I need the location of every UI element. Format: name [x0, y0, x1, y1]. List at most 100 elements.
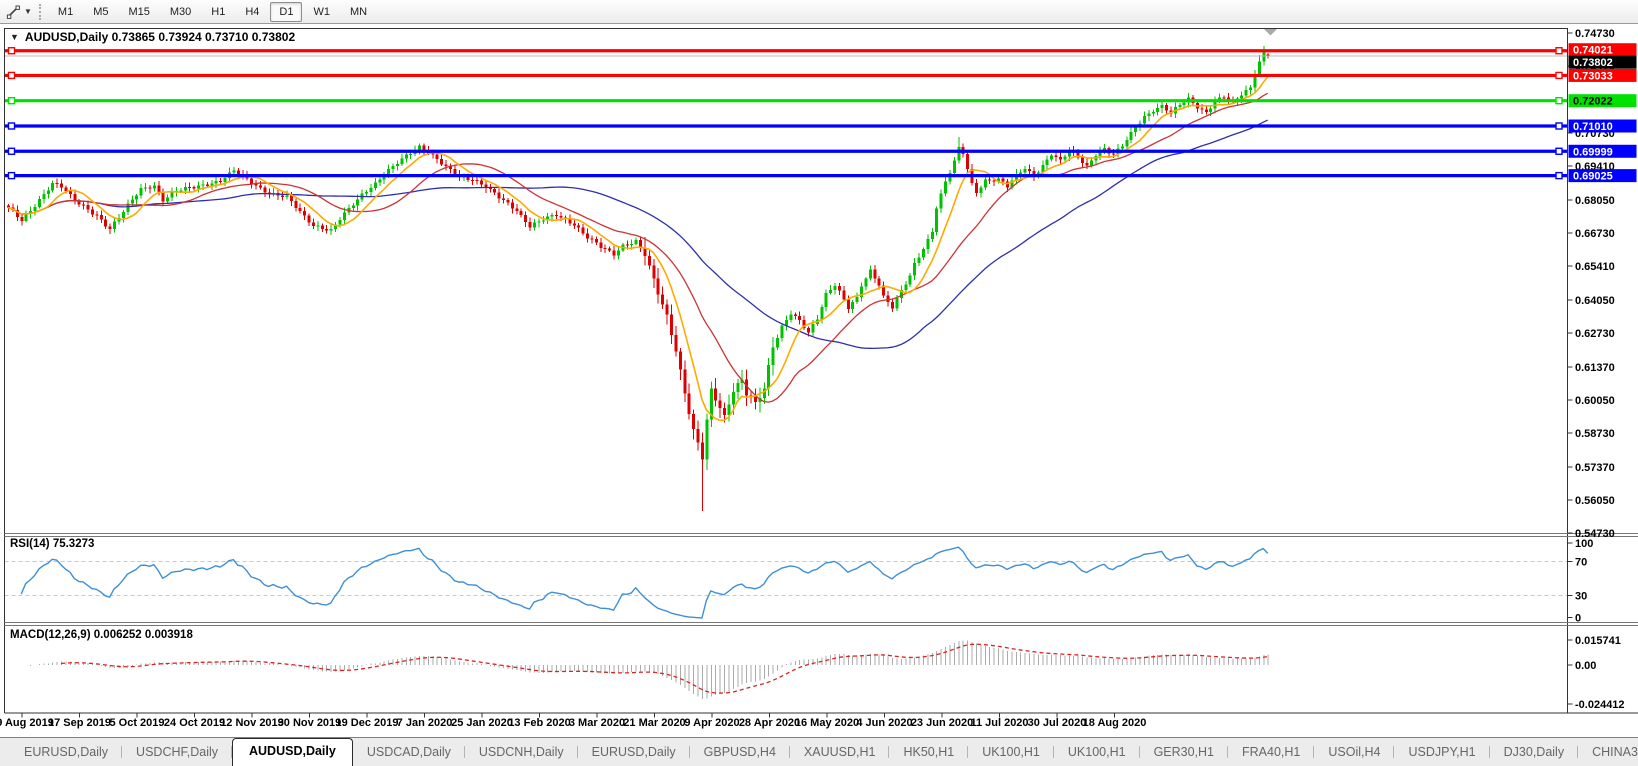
date-label: 5 Oct 2019 [109, 717, 164, 729]
rsi-tick-label: 30 [1575, 591, 1587, 603]
hline-handle[interactable] [9, 148, 15, 154]
price-scale[interactable]: 0.747300.734100.707300.694100.680500.667… [1568, 28, 1637, 540]
tab-usdcad-daily[interactable]: USDCAD,Daily [353, 739, 465, 766]
date-label: 30 Nov 2019 [278, 717, 342, 729]
chart-shift-marker[interactable] [1264, 29, 1277, 36]
hline-handle[interactable] [1556, 173, 1562, 179]
rsi-panel [5, 547, 1568, 618]
indicator-scales[interactable]: 100 70 30 0 0.015741 0.00 -0.024412 [1568, 538, 1625, 711]
tab-usdcnh-daily[interactable]: USDCNH,Daily [465, 739, 578, 766]
tab-audusd-daily[interactable]: AUDUSD,Daily [232, 738, 353, 766]
timeframe-button-M15[interactable]: M15 [119, 2, 158, 22]
date-label: 11 Jul 2020 [970, 717, 1028, 729]
price-tick-label: 0.57370 [1575, 462, 1615, 474]
date-label: 28 Apr 2020 [739, 717, 800, 729]
macd-tick-label: 0.00 [1575, 660, 1596, 672]
hline-handle[interactable] [1556, 48, 1562, 54]
tab-usdjpy-h1[interactable]: USDJPY,H1 [1394, 739, 1489, 766]
chart-title-text: AUDUSD,Daily 0.73865 0.73924 0.73710 0.7… [25, 30, 295, 44]
price-badge-text: 0.69999 [1573, 146, 1613, 158]
level-lines [5, 48, 1568, 179]
line-tool-glyph [6, 4, 21, 19]
chart-title: ▼ AUDUSD,Daily 0.73865 0.73924 0.73710 0… [10, 30, 295, 44]
tab-eurusd-daily[interactable]: EURUSD,Daily [10, 739, 122, 766]
tab-hk50-h1[interactable]: HK50,H1 [889, 739, 968, 766]
rsi-line [21, 547, 1267, 618]
timeframe-button-H1[interactable]: H1 [202, 2, 234, 22]
hline-handle[interactable] [9, 173, 15, 179]
tab-eurusd-daily[interactable]: EURUSD,Daily [578, 739, 690, 766]
tab-uk100-h1[interactable]: UK100,H1 [968, 739, 1054, 766]
timeframe-buttons: M1M5M15M30H1H4D1W1MN [48, 2, 377, 22]
timeframe-button-W1[interactable]: W1 [304, 2, 339, 22]
line-tool-dropdown-icon[interactable]: ▼ [24, 7, 32, 16]
price-badge-text: 0.73033 [1573, 70, 1613, 82]
time-scale[interactable]: 29 Aug 201917 Sep 20195 Oct 201924 Oct 2… [0, 713, 1146, 729]
collapse-arrow-icon[interactable]: ▼ [10, 32, 19, 42]
date-label: 30 Jul 2020 [1028, 717, 1087, 729]
rsi-tick-label: 70 [1575, 557, 1587, 569]
tab-dj30-daily[interactable]: DJ30,Daily [1490, 739, 1578, 766]
date-label: 19 Dec 2019 [336, 717, 399, 729]
price-badge-text: 0.71010 [1573, 121, 1613, 133]
hline-handle[interactable] [1556, 148, 1562, 154]
tab-xauusd-h1[interactable]: XAUUSD,H1 [790, 739, 890, 766]
trading-terminal: ▼ M1M5M15M30H1H4D1W1MN 0.747300.734100.7… [0, 0, 1638, 766]
rsi-tick-label: 0 [1575, 613, 1581, 625]
chart-tabs: EURUSD,DailyUSDCHF,DailyAUDUSD,DailyUSDC… [0, 738, 1638, 766]
date-label: 17 Sep 2019 [48, 717, 111, 729]
tab-china300-h1[interactable]: CHINA300,H1 [1578, 739, 1638, 766]
timeframe-button-H4[interactable]: H4 [236, 2, 268, 22]
line-tool-icon[interactable] [4, 3, 22, 21]
hline-handle[interactable] [9, 48, 15, 54]
timeframe-button-D1[interactable]: D1 [270, 2, 302, 22]
timeframe-toolbar: ▼ M1M5M15M30H1H4D1W1MN [0, 0, 1638, 24]
tab-ger30-h1[interactable]: GER30,H1 [1140, 739, 1228, 766]
price-tick-label: 0.74730 [1575, 28, 1615, 40]
timeframe-button-MN[interactable]: MN [341, 2, 376, 22]
tab-uk100-h1[interactable]: UK100,H1 [1054, 739, 1140, 766]
chart-window: 0.747300.734100.707300.694100.680500.667… [0, 24, 1638, 737]
date-label: 3 Mar 2020 [569, 717, 625, 729]
price-badge-text: 0.74021 [1573, 45, 1613, 57]
macd-tick-label: 0.015741 [1575, 635, 1621, 647]
price-tick-label: 0.68050 [1575, 195, 1615, 207]
macd-signal-line [61, 644, 1268, 693]
date-label: 18 Aug 2020 [1083, 717, 1147, 729]
hline-handle[interactable] [1556, 72, 1562, 78]
date-label: 16 May 2020 [795, 717, 859, 729]
date-label: 24 Oct 2019 [164, 717, 225, 729]
toolbar-grip[interactable] [39, 4, 41, 20]
price-tick-label: 0.62730 [1575, 328, 1615, 340]
date-label: 4 Jun 2020 [856, 717, 912, 729]
hline-handle[interactable] [9, 123, 15, 129]
hline-handle[interactable] [9, 72, 15, 78]
tab-usoil-h4[interactable]: USOil,H4 [1314, 739, 1394, 766]
price-badge-text: 0.72022 [1573, 96, 1613, 108]
price-tick-label: 0.64050 [1575, 295, 1615, 307]
price-chart: 0.747300.734100.707300.694100.680500.667… [0, 24, 1638, 737]
hline-handle[interactable] [1556, 98, 1562, 104]
date-label: 9 Apr 2020 [684, 717, 739, 729]
date-label: 13 Feb 2020 [508, 717, 570, 729]
hline-handle[interactable] [1556, 123, 1562, 129]
price-tick-label: 0.66730 [1575, 228, 1615, 240]
tab-usdchf-daily[interactable]: USDCHF,Daily [122, 739, 232, 766]
timeframe-button-M5[interactable]: M5 [84, 2, 117, 22]
date-label: 21 Mar 2020 [623, 717, 685, 729]
hline-handle[interactable] [9, 98, 15, 104]
rsi-indicator-label: RSI(14) 75.3273 [10, 538, 94, 550]
price-tick-label: 0.61370 [1575, 362, 1615, 374]
rsi-tick-label: 100 [1575, 538, 1593, 550]
price-tick-label: 0.60050 [1575, 395, 1615, 407]
tab-gbpusd-h4[interactable]: GBPUSD,H4 [690, 739, 790, 766]
date-label: 25 Jan 2020 [451, 717, 513, 729]
tab-fra40-h1[interactable]: FRA40,H1 [1228, 739, 1314, 766]
price-badge-text: 0.73802 [1573, 57, 1613, 69]
ma-fast-line [8, 77, 1268, 421]
timeframe-button-M30[interactable]: M30 [161, 2, 200, 22]
macd-tick-label: -0.024412 [1575, 699, 1625, 711]
timeframe-button-M1[interactable]: M1 [49, 2, 82, 22]
price-tick-label: 0.65410 [1575, 261, 1615, 273]
date-label: 29 Aug 2019 [0, 717, 54, 729]
